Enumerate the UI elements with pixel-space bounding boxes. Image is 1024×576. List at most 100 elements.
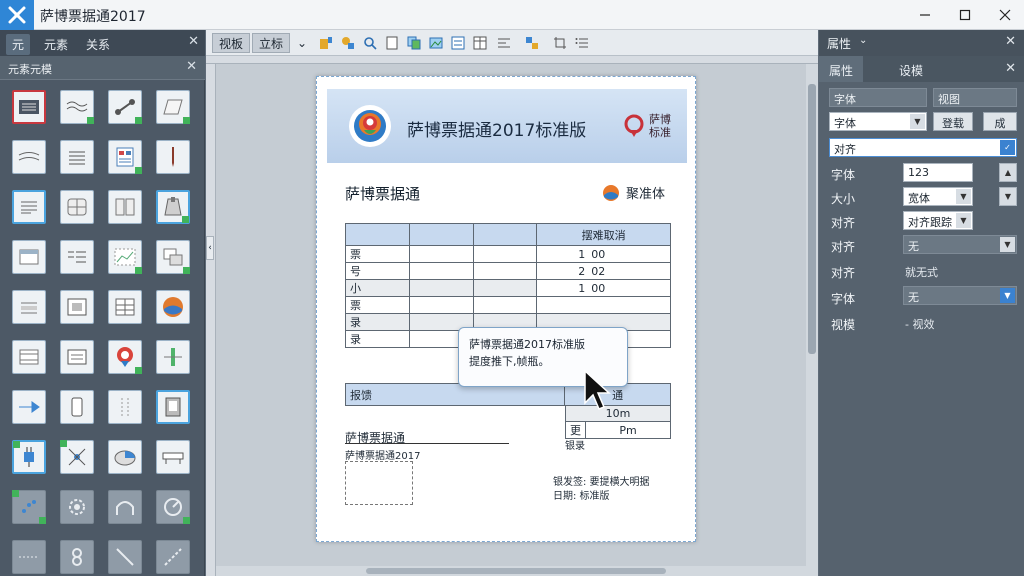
table-element[interactable]	[108, 290, 142, 324]
font-size-stepper[interactable]: ▲	[999, 163, 1017, 182]
framed-box-element[interactable]	[60, 290, 94, 324]
image-frame-element[interactable]	[60, 340, 94, 374]
gauge-element[interactable]	[156, 490, 190, 524]
curve-lines-element[interactable]	[12, 140, 46, 174]
text-block-element[interactable]	[12, 90, 46, 124]
tabs-close-icon[interactable]: ✕	[1005, 61, 1016, 76]
search-icon[interactable]	[362, 35, 378, 51]
dropdown-chevron-icon[interactable]: ⌄	[294, 35, 310, 51]
tab-properties[interactable]: 属性	[819, 56, 864, 82]
stepper-chevron-icon[interactable]: ▲	[1000, 164, 1016, 181]
document-page[interactable]: 萨博票据通2017标准版 萨博 标准 萨博票据通 聚准体 摆难取消 票 1 00…	[316, 76, 696, 542]
view-field[interactable]: 视图	[933, 88, 1017, 107]
font-style-chevron-icon[interactable]: ▼	[1000, 288, 1015, 303]
logo-element[interactable]	[156, 290, 190, 324]
table-row[interactable]: 小 1 00	[345, 279, 671, 297]
crop-icon[interactable]	[552, 35, 568, 51]
size-select-chevron-icon[interactable]: ▼	[956, 189, 971, 204]
knot-element[interactable]	[60, 540, 94, 574]
summary-row[interactable]: 10m	[565, 405, 671, 422]
phone-element[interactable]	[60, 390, 94, 424]
table-row[interactable]: 票	[345, 296, 671, 314]
align-tracking-chevron-icon[interactable]: ▼	[956, 213, 971, 228]
font-style-select[interactable]: 无 ▼	[903, 286, 1017, 305]
bench-element[interactable]	[156, 440, 190, 474]
size-extra-select[interactable]: ▼	[999, 187, 1017, 206]
font-size-input[interactable]: 123	[903, 163, 973, 182]
paragraph-element[interactable]	[12, 190, 46, 224]
align-icon[interactable]	[496, 35, 512, 51]
tab-elements[interactable]: 元素	[38, 34, 74, 55]
columns-element[interactable]	[108, 190, 142, 224]
align-select-chevron-icon[interactable]: ✓	[1000, 140, 1015, 155]
cross-marker-element[interactable]	[156, 340, 190, 374]
arch-element[interactable]	[108, 490, 142, 524]
tab-yuan[interactable]: 元	[6, 34, 31, 55]
paint-icon[interactable]	[318, 35, 334, 51]
align-tracking-select[interactable]: 对齐跟踪 ▼	[903, 211, 973, 230]
load-button[interactable]: 登载	[933, 112, 973, 131]
pen-element[interactable]	[156, 140, 190, 174]
left-panel-close-icon[interactable]: ✕	[188, 34, 199, 49]
tab-view-board[interactable]: 视板	[212, 33, 251, 53]
minimize-icon[interactable]	[914, 5, 936, 25]
font-field-top[interactable]: 字体	[829, 88, 927, 107]
stamp-placeholder[interactable]	[345, 461, 413, 505]
dotted-lines-element[interactable]	[108, 390, 142, 424]
vertical-scrollbar[interactable]	[806, 64, 818, 576]
summary-row[interactable]: 更 Pm	[565, 421, 671, 439]
tab-relations[interactable]: 关系	[80, 34, 116, 55]
horizontal-scrollbar[interactable]	[216, 566, 806, 576]
chart-element[interactable]	[108, 240, 142, 274]
tab-labels[interactable]: 立标	[252, 33, 291, 53]
tab-settings[interactable]: 设模	[889, 56, 933, 82]
font-select-chevron-icon[interactable]: ▼	[910, 114, 925, 129]
table-icon[interactable]	[472, 35, 488, 51]
header-footer-element[interactable]	[12, 340, 46, 374]
image-icon[interactable]	[428, 35, 444, 51]
collapse-left-panel-icon[interactable]: ‹	[206, 236, 214, 260]
close-icon[interactable]	[994, 5, 1016, 25]
color-picker-icon[interactable]	[524, 35, 540, 51]
network-element[interactable]	[60, 440, 94, 474]
properties-dropdown-icon[interactable]: ⌄	[859, 35, 867, 46]
overlap-element[interactable]	[156, 240, 190, 274]
maximize-icon[interactable]	[954, 5, 976, 25]
plug-element[interactable]	[12, 440, 46, 474]
align-mode-chevron-icon[interactable]: ▼	[1000, 237, 1015, 252]
table-row[interactable]: 号 2 02	[345, 262, 671, 280]
table-row[interactable]: 票 1 00	[345, 245, 671, 263]
document-icon[interactable]	[384, 35, 400, 51]
align-mode-select[interactable]: 无 ▼	[903, 235, 1017, 254]
indent-list-element[interactable]	[60, 240, 94, 274]
tools-icon[interactable]	[340, 35, 356, 51]
scatter-element[interactable]	[12, 490, 46, 524]
location-pin-element[interactable]	[108, 340, 142, 374]
copy-icon[interactable]	[406, 35, 422, 51]
form-element[interactable]	[108, 140, 142, 174]
line-element[interactable]	[108, 540, 142, 574]
dash-line-element[interactable]	[12, 540, 46, 574]
vertical-scroll-thumb[interactable]	[808, 84, 816, 354]
arrow-element[interactable]	[12, 390, 46, 424]
section-element[interactable]	[12, 290, 46, 324]
list-icon[interactable]	[574, 35, 590, 51]
parallelogram-element[interactable]	[156, 90, 190, 124]
list-lines-element[interactable]	[60, 140, 94, 174]
layers-icon[interactable]	[450, 35, 466, 51]
document-banner[interactable]: 萨博票据通2017标准版 萨博 标准	[327, 89, 687, 163]
size-select[interactable]: 宽体 ▼	[903, 187, 973, 206]
dashed-diagonal-element[interactable]	[156, 540, 190, 574]
grid-box-element[interactable]	[60, 190, 94, 224]
connector-element[interactable]	[108, 90, 142, 124]
subpanel-close-icon[interactable]: ✕	[186, 59, 197, 74]
clip-element[interactable]	[156, 190, 190, 224]
pie-chart-element[interactable]	[108, 440, 142, 474]
window-element[interactable]	[12, 240, 46, 274]
align-select[interactable]: 对齐 ✓	[829, 138, 1017, 157]
book-element[interactable]	[156, 390, 190, 424]
properties-close-icon[interactable]: ✕	[1005, 34, 1016, 49]
confirm-button[interactable]: 成	[983, 112, 1017, 131]
size-extra-chevron-icon[interactable]: ▼	[1000, 188, 1016, 205]
font-select[interactable]: 字体 ▼	[829, 112, 927, 131]
